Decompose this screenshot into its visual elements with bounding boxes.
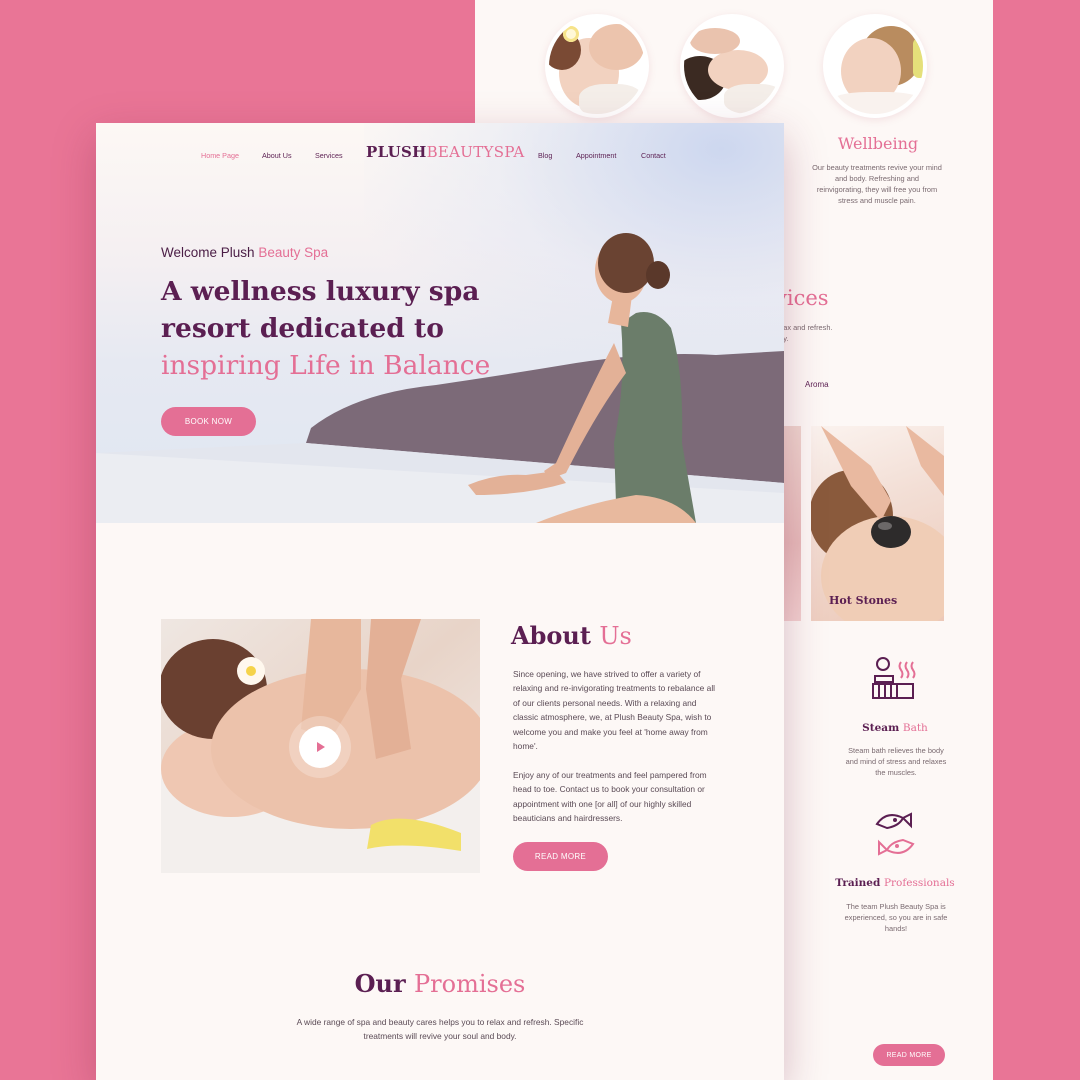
hero-headline-line-2: resort dedicated to [161, 313, 444, 344]
facial-circle-photo [680, 14, 784, 118]
promises-title-a: Our [354, 969, 406, 998]
steam-bath-title-a: Steam [862, 722, 900, 734]
smile-circle-photo [823, 14, 927, 118]
front-page: Home Page About Us Services PLUSHBEAUTYS… [96, 123, 784, 1080]
nav-contact[interactable]: Contact [641, 151, 666, 160]
about-title-a: About [511, 621, 591, 650]
about-paragraph-1: Since opening, we have strived to offer … [513, 669, 716, 752]
trained-professionals-title: Trained Professionals [820, 877, 970, 889]
nav-services[interactable]: Services [315, 151, 343, 160]
logo[interactable]: PLUSHBEAUTYSPA [366, 143, 524, 161]
nav-about-us[interactable]: About Us [262, 151, 292, 160]
promises-text: A wide range of spa and beauty cares hel… [296, 1017, 584, 1042]
steam-bath-text: Steam bath relieves the body and mind of… [845, 746, 947, 777]
promises-title-b: Promises [414, 970, 526, 998]
play-button[interactable] [299, 726, 341, 768]
hot-stones-photo [811, 426, 944, 621]
nav-home-page[interactable]: Home Page [201, 151, 239, 160]
trained-professionals-title-a: Trained [835, 877, 881, 889]
steam-bath-title: Steam Bath [820, 722, 970, 734]
hero-headline: A wellness luxury spa resort dedicated t… [161, 273, 490, 384]
wellbeing-title: Wellbeing [837, 134, 919, 153]
steam-bath-icon [869, 654, 919, 704]
hero-welcome-b: Beauty Spa [258, 245, 329, 260]
hot-stones-label: Hot Stones [829, 594, 898, 607]
play-icon [317, 742, 325, 752]
wellbeing-text: Our beauty treatments revive your mind a… [812, 163, 942, 205]
hero-welcome: Welcome Plush Beauty Spa [161, 245, 328, 260]
about-video-thumbnail[interactable] [161, 619, 480, 873]
promises-title: Our Promises [96, 969, 784, 998]
tab-aroma[interactable]: Aroma [805, 380, 829, 389]
nav-blog[interactable]: Blog [538, 151, 552, 160]
logo-text-a: PLUSH [366, 143, 427, 161]
trained-professionals-text: The team Plush Beauty Spa is experienced… [844, 902, 948, 933]
hero-welcome-a: Welcome Plush [161, 245, 255, 260]
nav-appointment[interactable]: Appointment [576, 151, 616, 160]
about-paragraph-2: Enjoy any of our treatments and feel pam… [513, 770, 707, 824]
hero-headline-line-1: A wellness luxury spa [161, 276, 480, 307]
steam-bath-title-b: Bath [902, 722, 928, 734]
hot-stones-card[interactable]: Hot Stones [811, 426, 944, 621]
book-now-button[interactable]: BOOK NOW [161, 407, 256, 436]
trained-professionals-title-b: Professionals [883, 877, 955, 889]
about-title: About Us [511, 621, 632, 650]
hero-headline-line-3: inspiring Life in Balance [161, 350, 491, 381]
about-title-b: Us [599, 622, 632, 650]
logo-text-b: BEAUTYSPA [426, 143, 525, 161]
read-more-button-about[interactable]: READ MORE [513, 842, 608, 871]
main-nav: Home Page About Us Services PLUSHBEAUTYS… [96, 123, 784, 185]
hero-section: Home Page About Us Services PLUSHBEAUTYS… [96, 123, 784, 523]
trained-professionals-icon [871, 808, 921, 858]
massage-circle-photo [545, 14, 649, 118]
read-more-button-services[interactable]: READ MORE [873, 1044, 945, 1066]
